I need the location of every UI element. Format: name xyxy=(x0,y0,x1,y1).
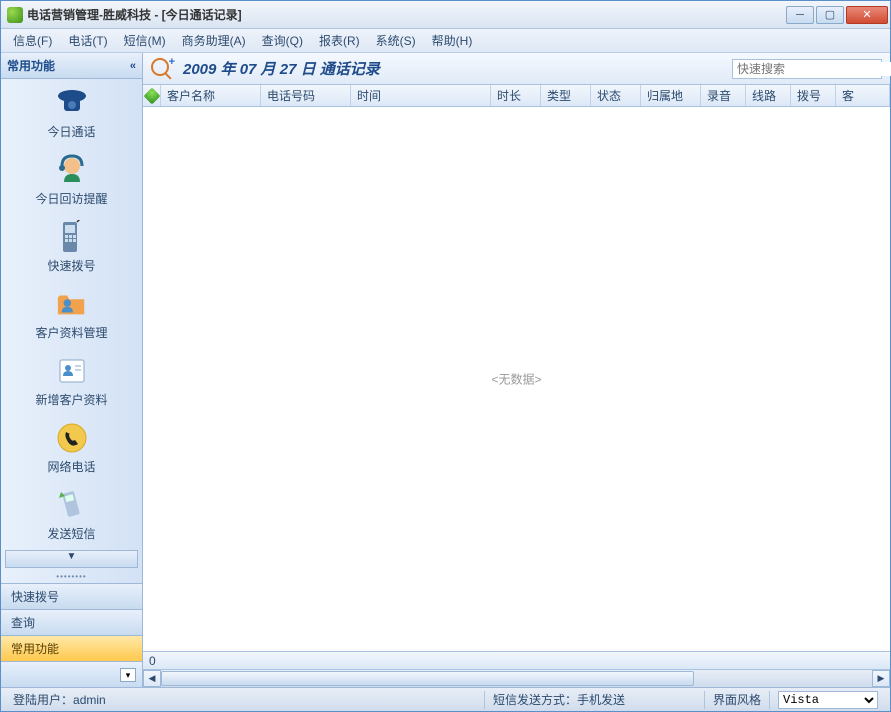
sidebar-options-dropdown[interactable]: ▾ xyxy=(120,668,136,682)
sidebar-title: 常用功能 xyxy=(7,57,55,74)
sidebar-item-label: 今日通话 xyxy=(47,123,95,140)
quick-search-input[interactable] xyxy=(733,62,891,76)
sidebar-item-label: 发送短信 xyxy=(47,525,95,542)
sidebar-item-send-sms[interactable]: 发送短信 xyxy=(1,481,142,548)
sidebar-grip[interactable]: •••••••• xyxy=(1,570,142,583)
menu-report[interactable]: 报表(R) xyxy=(313,30,366,51)
table-header-type[interactable]: 类型 xyxy=(541,85,591,106)
sidebar-bottom: ▾ xyxy=(1,661,142,687)
statusbar: 登陆用户：admin 短信发送方式：手机发送 界面风格 Vista xyxy=(1,687,890,711)
sidebar-header: 常用功能 « xyxy=(1,53,142,79)
customer-folder-icon xyxy=(56,288,88,320)
menu-phone[interactable]: 电话(T) xyxy=(62,30,113,51)
sidebar-tab-query[interactable]: 查询 xyxy=(1,609,142,635)
status-login: 登陆用户：admin xyxy=(5,691,485,709)
app-icon xyxy=(7,7,23,23)
scroll-left-button[interactable]: ◀ xyxy=(143,670,161,687)
sidebar-item-today-calls[interactable]: 今日通话 xyxy=(1,79,142,146)
table-header-phone[interactable]: 电话号码 xyxy=(261,85,351,106)
sidebar-scroll-down[interactable]: ▼ xyxy=(5,550,138,568)
status-theme-select-wrap: Vista xyxy=(770,691,886,709)
sidebar-item-label: 网络电话 xyxy=(47,458,95,475)
theme-select[interactable]: Vista xyxy=(778,691,878,709)
page-title: 2009 年 07 月 27 日 通话记录 xyxy=(183,58,722,79)
sidebar-item-customer-data[interactable]: 客户资料管理 xyxy=(1,280,142,347)
collapse-sidebar-icon[interactable]: « xyxy=(130,60,136,72)
sidebar-items: 今日通话 今日回访提醒 快速拨号 xyxy=(1,79,142,583)
quick-search: 🔍 xyxy=(732,59,882,79)
table-header-time[interactable]: 时间 xyxy=(351,85,491,106)
main-header: + 2009 年 07 月 27 日 通话记录 🔍 xyxy=(143,53,890,85)
table-header-duration[interactable]: 时长 xyxy=(491,85,541,106)
app-window: 电话营销管理-胜威科技 - [今日通话记录] ─ ▢ ✕ 信息(F) 电话(T)… xyxy=(0,0,891,712)
user-headset-icon xyxy=(56,154,88,186)
sidebar-item-label: 客户资料管理 xyxy=(35,324,107,341)
sms-label: 短信发送方式： xyxy=(493,691,577,708)
table-header-status[interactable]: 状态 xyxy=(591,85,641,106)
window-title: 电话营销管理-胜威科技 - [今日通话记录] xyxy=(27,6,786,23)
sidebar-tabs: 快速拨号 查询 常用功能 xyxy=(1,583,142,661)
table-header-location[interactable]: 归属地 xyxy=(641,85,701,106)
table-header-dial[interactable]: 拨号 xyxy=(791,85,836,106)
sidebar-item-network-phone[interactable]: 网络电话 xyxy=(1,414,142,481)
sidebar-item-label: 快速拨号 xyxy=(47,257,95,274)
sidebar-item-new-customer[interactable]: 新增客户资料 xyxy=(1,347,142,414)
table-body: <无数据> xyxy=(143,107,890,651)
sidebar-item-callback-reminder[interactable]: 今日回访提醒 xyxy=(1,146,142,213)
table-header-line[interactable]: 线路 xyxy=(746,85,791,106)
phone-icon xyxy=(56,87,88,119)
sidebar-tab-quick-dial[interactable]: 快速拨号 xyxy=(1,583,142,609)
id-card-icon xyxy=(56,355,88,387)
maximize-button[interactable]: ▢ xyxy=(816,6,844,24)
login-user: admin xyxy=(73,693,106,707)
table-header-customer[interactable]: 客户名称 xyxy=(161,85,261,106)
table-header: 客户名称 电话号码 时间 时长 类型 状态 归属地 录音 线路 拨号 客 xyxy=(143,85,890,107)
menu-help[interactable]: 帮助(H) xyxy=(426,30,479,51)
menu-query[interactable]: 查询(Q) xyxy=(256,30,309,51)
sidebar: 常用功能 « 今日通话 今日回访提醒 xyxy=(1,53,143,687)
sidebar-item-label: 新增客户资料 xyxy=(35,391,107,408)
status-sms: 短信发送方式：手机发送 xyxy=(485,691,705,709)
table-header-cust[interactable]: 客 xyxy=(836,85,890,106)
scroll-thumb[interactable] xyxy=(161,671,694,686)
sms-value: 手机发送 xyxy=(577,691,625,708)
no-data-label: <无数据> xyxy=(491,371,541,388)
main-panel: + 2009 年 07 月 27 日 通话记录 🔍 客户名称 电话号码 时间 时… xyxy=(143,53,890,687)
table-header-indicator[interactable] xyxy=(143,85,161,106)
login-label: 登陆用户： xyxy=(13,691,73,708)
sidebar-item-quick-dial[interactable]: 快速拨号 xyxy=(1,213,142,280)
mobile-phone-icon xyxy=(56,221,88,253)
scroll-track[interactable] xyxy=(161,670,872,687)
menu-info[interactable]: 信息(F) xyxy=(7,30,58,51)
status-theme: 界面风格 xyxy=(705,691,770,709)
table-footer: 0 xyxy=(143,651,890,669)
menu-assistant[interactable]: 商务助理(A) xyxy=(176,30,252,51)
record-count: 0 xyxy=(149,654,156,668)
dial-phone-icon xyxy=(56,422,88,454)
content-area: 常用功能 « 今日通话 今日回访提醒 xyxy=(1,53,890,687)
menubar: 信息(F) 电话(T) 短信(M) 商务助理(A) 查询(Q) 报表(R) 系统… xyxy=(1,29,890,53)
scroll-right-button[interactable]: ▶ xyxy=(872,670,890,687)
menu-system[interactable]: 系统(S) xyxy=(370,30,422,51)
magnifier-plus-icon[interactable]: + xyxy=(151,58,173,80)
record-indicator-icon xyxy=(143,87,160,104)
sms-phone-icon xyxy=(56,489,88,521)
titlebar: 电话营销管理-胜威科技 - [今日通话记录] ─ ▢ ✕ xyxy=(1,1,890,29)
minimize-button[interactable]: ─ xyxy=(786,6,814,24)
horizontal-scrollbar[interactable]: ◀ ▶ xyxy=(143,669,890,687)
theme-label: 界面风格 xyxy=(713,691,761,708)
sidebar-item-label: 今日回访提醒 xyxy=(35,190,107,207)
sidebar-tab-common[interactable]: 常用功能 xyxy=(1,635,142,661)
close-button[interactable]: ✕ xyxy=(846,6,888,24)
menu-sms[interactable]: 短信(M) xyxy=(118,30,172,51)
window-controls: ─ ▢ ✕ xyxy=(786,6,888,24)
table-header-recording[interactable]: 录音 xyxy=(701,85,746,106)
